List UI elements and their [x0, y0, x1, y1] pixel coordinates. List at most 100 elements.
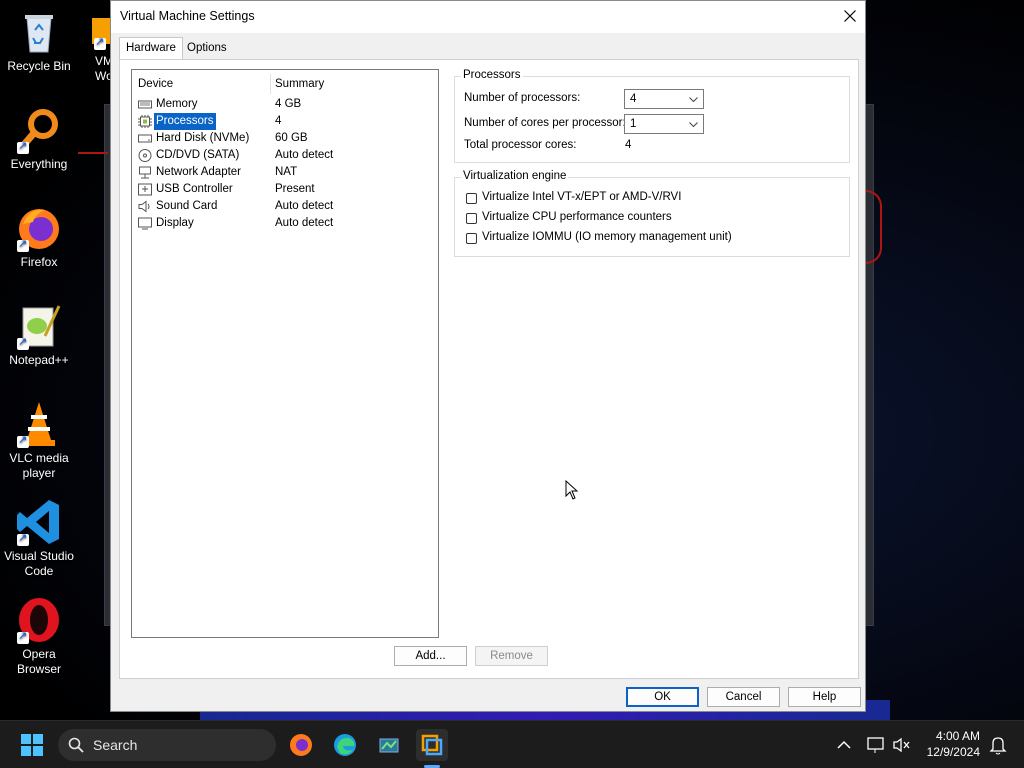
device-row-hard-disk[interactable]: Hard Disk (NVMe) 60 GB	[136, 130, 438, 147]
cores-per-processor-select[interactable]: 1	[624, 114, 704, 134]
tab-options[interactable]: Options	[181, 38, 233, 58]
device-summary: Auto detect	[275, 200, 334, 212]
column-header-summary[interactable]: Summary	[275, 78, 324, 90]
search-label: Search	[93, 737, 138, 753]
desktop-icon-label: VLC media player	[9, 451, 69, 480]
desktop-icon-firefox[interactable]: Firefox	[1, 204, 77, 270]
device-row-cd-dvd[interactable]: CD/DVD (SATA) Auto detect	[136, 147, 438, 164]
close-icon	[844, 10, 856, 22]
chevron-up-icon	[837, 740, 851, 749]
total-cores-value: 4	[625, 139, 632, 151]
device-name: Sound Card	[156, 200, 218, 212]
device-summary: 4 GB	[275, 98, 302, 110]
device-summary: 60 GB	[275, 132, 308, 144]
desktop-icon-vmware[interactable]: VM Wor	[86, 18, 110, 84]
device-row-usb-controller[interactable]: USB Controller Present	[136, 181, 438, 198]
device-row-display[interactable]: Display Auto detect	[136, 215, 438, 232]
device-summary: Auto detect	[275, 217, 334, 229]
device-summary: Auto detect	[275, 149, 334, 161]
processor-icon	[138, 115, 152, 128]
group-title: Virtualization engine	[461, 170, 569, 182]
device-name: Network Adapter	[156, 166, 242, 178]
desktop-icon-label: Recycle Bin	[7, 59, 71, 73]
device-name: USB Controller	[156, 183, 233, 195]
device-row-network-adapter[interactable]: Network Adapter NAT	[136, 164, 438, 181]
chevron-down-icon	[689, 97, 698, 103]
column-header-device[interactable]: Device	[138, 78, 173, 90]
ok-button[interactable]: OK	[626, 687, 699, 707]
volume-muted-icon	[893, 737, 910, 753]
num-processors-select[interactable]: 4	[624, 89, 704, 109]
notifications-button[interactable]	[984, 729, 1012, 761]
device-name: Processors	[154, 113, 216, 130]
search-icon	[68, 737, 84, 753]
desktop-icon-label: Everything	[10, 157, 68, 171]
virtualize-vtx-checkbox[interactable]	[466, 193, 477, 204]
desktop-icon-vlc[interactable]: VLC media player	[1, 400, 77, 481]
device-summary: Present	[275, 183, 315, 195]
taskbar-firefox[interactable]	[285, 729, 317, 761]
cd-dvd-icon	[138, 149, 152, 162]
remove-device-button[interactable]: Remove	[475, 646, 548, 666]
background-decoration	[866, 190, 882, 264]
firefox-icon	[290, 734, 312, 756]
device-summary: 4	[275, 115, 282, 127]
taskbar-vmware-workstation[interactable]	[416, 729, 448, 761]
close-button[interactable]	[835, 1, 865, 31]
desktop-icon-label: Notepad++	[9, 353, 69, 367]
device-list[interactable]: Device Summary Memory 4 GB Processors 4 …	[131, 69, 439, 638]
shortcut-arrow-icon	[17, 139, 29, 154]
notepad-plus-plus-icon	[15, 302, 63, 350]
virtualize-cpu-counters-label[interactable]: Virtualize CPU performance counters	[482, 211, 672, 223]
column-divider	[270, 74, 271, 94]
cores-per-processor-label: Number of cores per processor:	[464, 117, 626, 129]
desktop-icon-opera[interactable]: Opera Browser	[1, 596, 77, 677]
taskbar-edge[interactable]	[329, 729, 361, 761]
virtualize-iommu-checkbox[interactable]	[466, 233, 477, 244]
desktop-icon-notepad-plus-plus[interactable]: Notepad++	[1, 302, 77, 368]
device-name: Display	[156, 217, 194, 229]
volume-button[interactable]	[888, 729, 916, 761]
virtualization-engine-group: Virtualization engine Virtualize Intel V…	[454, 170, 850, 257]
tab-hardware[interactable]: Hardware	[119, 37, 183, 60]
bell-icon	[989, 737, 1007, 755]
help-button[interactable]: Help	[788, 687, 861, 707]
virtualize-iommu-label[interactable]: Virtualize IOMMU (IO memory management u…	[482, 231, 732, 243]
virtualize-vtx-label[interactable]: Virtualize Intel VT-x/EPT or AMD-V/RVI	[482, 191, 681, 203]
virtualize-cpu-counters-checkbox[interactable]	[466, 213, 477, 224]
show-hidden-icons-button[interactable]	[830, 729, 858, 761]
sound-card-icon	[138, 200, 150, 213]
cancel-button[interactable]: Cancel	[707, 687, 780, 707]
start-button[interactable]	[16, 729, 48, 761]
vlc-cone-icon	[15, 400, 63, 448]
processors-group: Processors Number of processors: 4 Numbe…	[454, 69, 850, 163]
total-cores-label: Total processor cores:	[464, 139, 577, 151]
add-device-button[interactable]: Add...	[394, 646, 467, 666]
desktop-icon-label: Visual Studio Code	[4, 549, 74, 578]
desktop-icon-label: VM Wor	[95, 54, 110, 83]
cores-per-processor-value: 1	[630, 118, 637, 130]
vm-settings-dialog: Virtual Machine Settings Hardware Option…	[110, 0, 866, 712]
device-summary: NAT	[275, 166, 298, 178]
device-row-memory[interactable]: Memory 4 GB	[136, 96, 438, 113]
desktop-icon-everything[interactable]: Everything	[1, 106, 77, 172]
shortcut-arrow-icon	[17, 531, 29, 546]
device-row-sound-card[interactable]: Sound Card Auto detect	[136, 198, 438, 215]
taskbar: Search 4:00 AM 12/9/2024	[0, 720, 1024, 768]
taskbar-search-box[interactable]: Search	[58, 729, 276, 761]
taskbar-app[interactable]	[373, 729, 405, 761]
memory-icon	[138, 100, 152, 109]
vmware-icon	[86, 18, 110, 54]
desktop-icon-vscode[interactable]: Visual Studio Code	[1, 498, 77, 579]
clock-time[interactable]: 4:00 AM	[918, 729, 980, 743]
vscode-icon	[15, 498, 63, 546]
device-row-processors[interactable]: Processors 4	[136, 113, 438, 130]
shortcut-arrow-icon	[17, 237, 29, 252]
clock-date[interactable]: 12/9/2024	[918, 745, 980, 759]
recycle-bin-icon	[15, 8, 63, 56]
network-adapter-icon	[139, 166, 151, 179]
network-status-button[interactable]	[862, 729, 890, 761]
dialog-titlebar[interactable]: Virtual Machine Settings	[111, 1, 865, 33]
desktop-icon-recycle-bin[interactable]: Recycle Bin	[1, 8, 77, 74]
opera-icon	[15, 596, 63, 644]
